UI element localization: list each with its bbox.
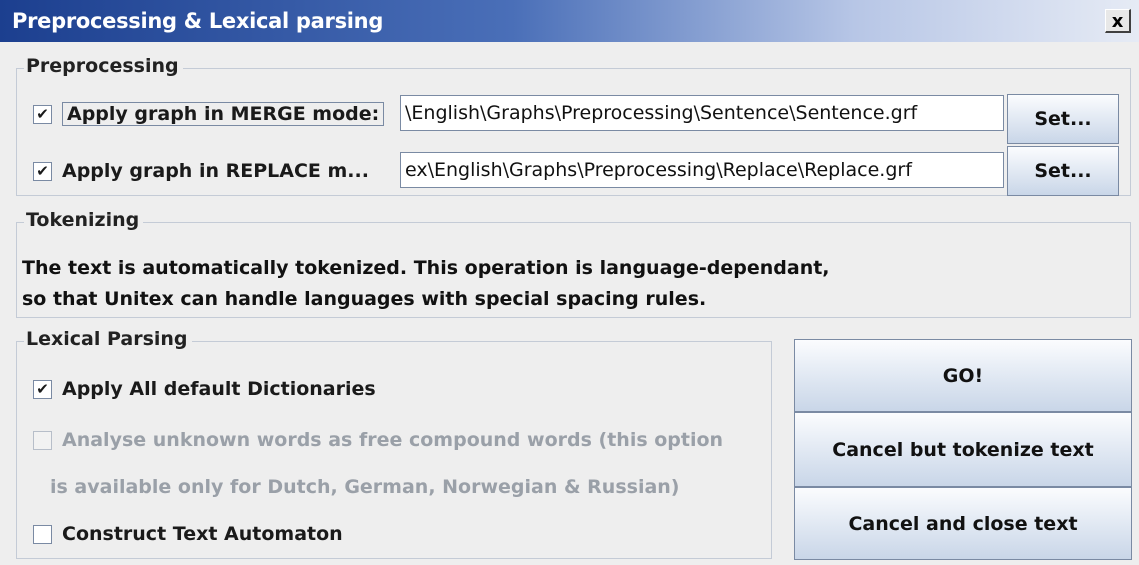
apply-all-dictionaries-checkbox[interactable]: ✔ <box>33 379 52 399</box>
replace-set-button[interactable]: Set... <box>1007 146 1119 196</box>
replace-mode-checkbox[interactable]: ✔ <box>33 161 52 181</box>
replace-mode-row: ✔ Apply graph in REPLACE m... <box>33 160 369 182</box>
lexical-parsing-legend: Lexical Parsing <box>24 328 192 350</box>
replace-graph-path-field[interactable]: ex\English\Graphs\Preprocessing\Replace\… <box>400 152 1004 188</box>
tokenizing-legend: Tokenizing <box>24 209 144 231</box>
close-button[interactable]: x <box>1105 9 1131 33</box>
construct-automaton-row: Construct Text Automaton <box>33 523 343 545</box>
tokenizing-description-line1: The text is automatically tokenized. Thi… <box>22 257 830 279</box>
window-title: Preprocessing & Lexical parsing <box>12 9 384 33</box>
go-button[interactable]: GO! <box>794 339 1132 412</box>
title-bar[interactable]: Preprocessing & Lexical parsing x <box>0 0 1139 42</box>
analyse-unknown-words-label[interactable]: Analyse unknown words as free compound w… <box>62 429 723 451</box>
replace-graph-path-value: ex\English\Graphs\Preprocessing\Replace\… <box>405 159 912 181</box>
cancel-but-tokenize-button[interactable]: Cancel but tokenize text <box>794 412 1132 487</box>
merge-mode-label[interactable]: Apply graph in MERGE mode: <box>62 102 385 126</box>
replace-mode-label[interactable]: Apply graph in REPLACE m... <box>62 160 369 182</box>
analyse-unknown-words-checkbox[interactable] <box>33 430 52 450</box>
merge-mode-checkbox[interactable]: ✔ <box>33 104 52 124</box>
apply-all-dictionaries-row: ✔ Apply All default Dictionaries <box>33 378 376 400</box>
merge-graph-path-value: \English\Graphs\Preprocessing\Sentence\S… <box>405 102 918 124</box>
tokenizing-description-line2: so that Unitex can handle languages with… <box>22 288 707 310</box>
cancel-and-close-button[interactable]: Cancel and close text <box>794 487 1132 560</box>
apply-all-dictionaries-label[interactable]: Apply All default Dictionaries <box>62 378 376 400</box>
merge-set-button[interactable]: Set... <box>1007 94 1119 144</box>
dialog-window: Preprocessing & Lexical parsing x Prepro… <box>0 0 1139 565</box>
analyse-unknown-words-row: Analyse unknown words as free compound w… <box>33 429 723 451</box>
merge-graph-path-field[interactable]: \English\Graphs\Preprocessing\Sentence\S… <box>400 95 1004 131</box>
analyse-unknown-words-label-cont: is available only for Dutch, German, Nor… <box>50 476 680 498</box>
merge-mode-row: ✔ Apply graph in MERGE mode: <box>33 102 385 126</box>
construct-automaton-label[interactable]: Construct Text Automaton <box>62 523 343 545</box>
preprocessing-legend: Preprocessing <box>24 55 183 77</box>
construct-automaton-checkbox[interactable] <box>33 524 52 544</box>
